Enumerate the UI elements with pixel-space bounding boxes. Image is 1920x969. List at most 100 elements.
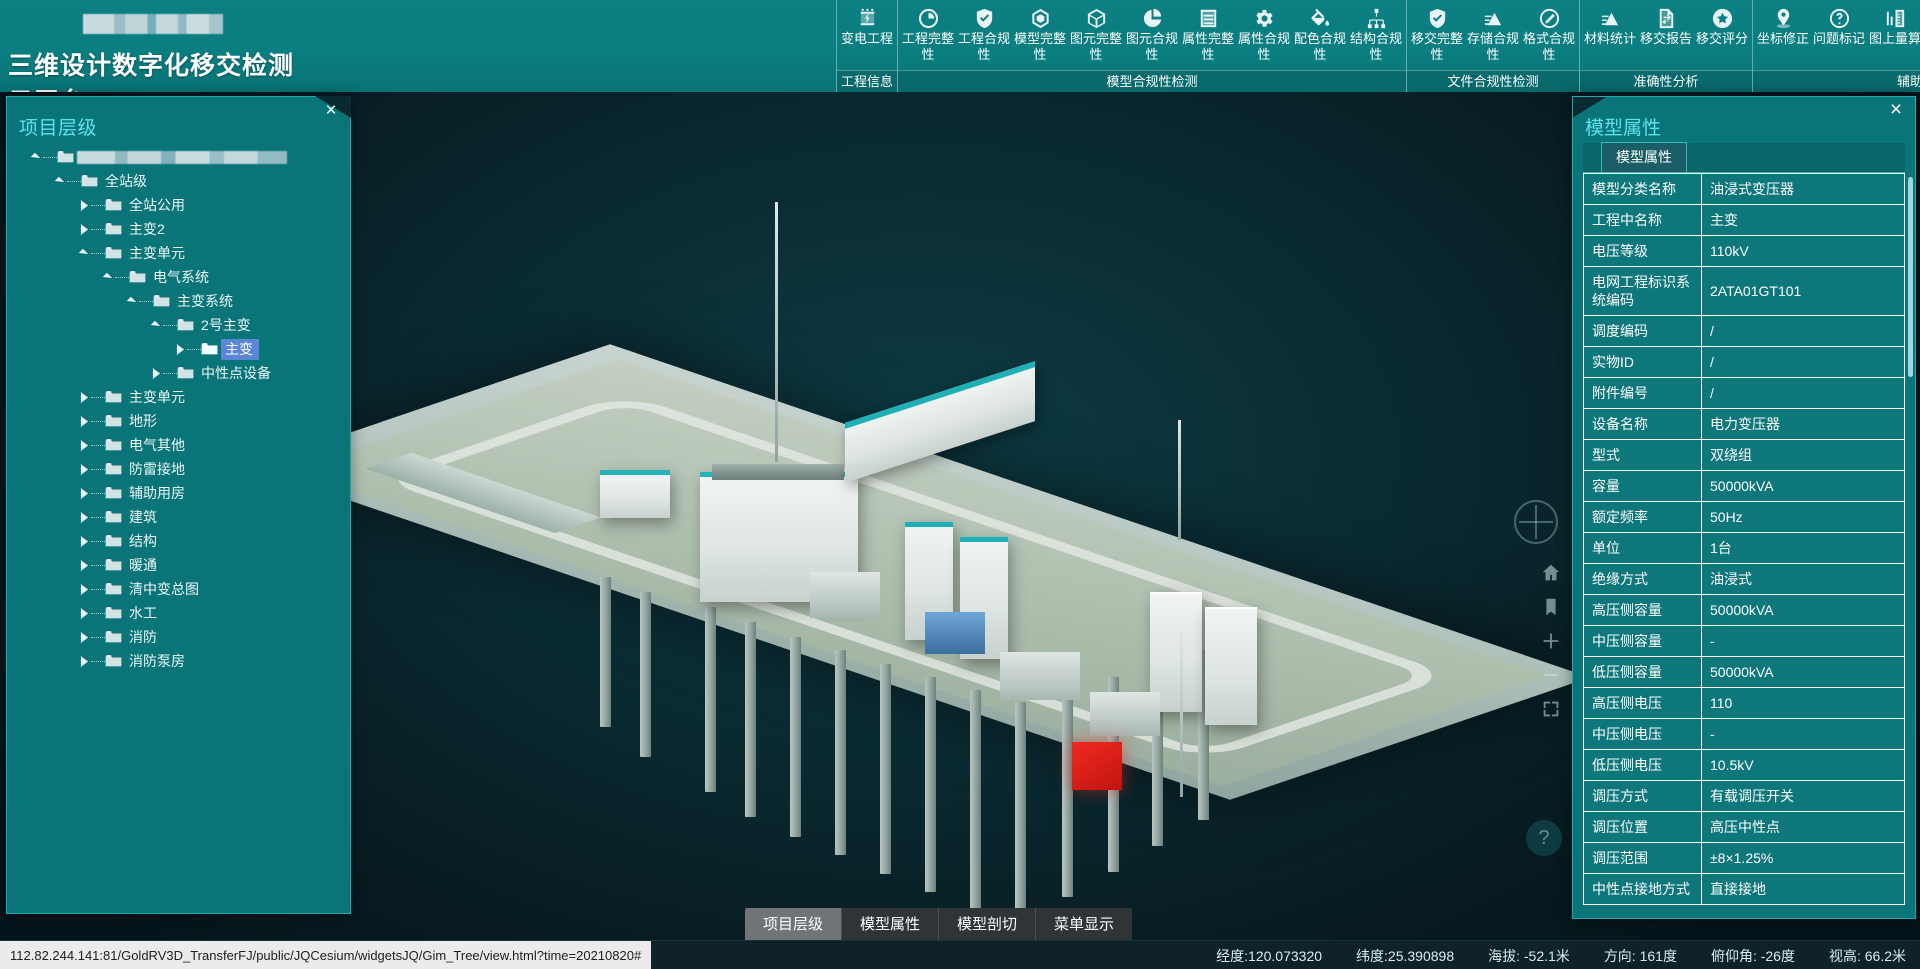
ribbon-button-移交报告[interactable]: 移交报告: [1638, 3, 1694, 71]
tree-node-主变系统[interactable]: 主变系统: [7, 289, 350, 313]
tree-node-地形[interactable]: 地形: [7, 409, 350, 433]
ribbon-button-坐标修正[interactable]: 坐标修正: [1755, 3, 1811, 71]
tree-connector: [91, 229, 105, 230]
caret-expanded-icon[interactable]: [125, 289, 139, 313]
ribbon-button-移交评分[interactable]: 移交评分: [1694, 3, 1750, 71]
caret-expanded-icon[interactable]: [149, 313, 163, 337]
property-key: 高压侧容量: [1584, 595, 1702, 626]
property-value: 直接接地: [1702, 874, 1905, 905]
caret-collapsed-icon[interactable]: [77, 433, 91, 457]
bookmark-icon[interactable]: [1540, 596, 1562, 618]
caret-collapsed-icon[interactable]: [77, 409, 91, 433]
tree-node-暖通[interactable]: 暖通: [7, 553, 350, 577]
tree-node-主变单元[interactable]: 主变单元: [7, 241, 350, 265]
caret-expanded-icon[interactable]: [77, 241, 91, 265]
tree-node-label: 全站公用: [125, 195, 191, 216]
property-row: 容量50000kVA: [1584, 471, 1905, 502]
tree-node-2号主变[interactable]: 2号主变: [7, 313, 350, 337]
ribbon-button-存储合规性[interactable]: 存储合规性: [1465, 3, 1521, 71]
caret-expanded-icon[interactable]: [53, 169, 67, 193]
tree-connector: [163, 325, 177, 326]
property-key: 调压方式: [1584, 781, 1702, 812]
properties-scroll-area[interactable]: 模型分类名称油浸式变压器工程中名称主变电压等级110kV电网工程标识系统编码2A…: [1583, 173, 1905, 918]
ruler-chart-icon: [1882, 6, 1908, 30]
ribbon-button-配色合规性[interactable]: 配色合规性: [1292, 3, 1348, 71]
caret-collapsed-icon[interactable]: [77, 577, 91, 601]
tree-node-防雷接地[interactable]: 防雷接地: [7, 457, 350, 481]
tree-node-中性点设备[interactable]: 中性点设备: [7, 361, 350, 385]
ribbon-button-工程完整性[interactable]: 工程完整性: [900, 3, 956, 71]
tree-node-label: 消防泵房: [125, 651, 191, 672]
ribbon-button-label: 坐标修正: [1755, 31, 1811, 47]
ribbon-button-label: 配色合规性: [1292, 31, 1348, 63]
ribbon-button-图元合规性[interactable]: 图元合规性: [1124, 3, 1180, 71]
tree-node-电气其他[interactable]: 电气其他: [7, 433, 350, 457]
help-icon[interactable]: ?: [1526, 820, 1562, 856]
caret-expanded-icon[interactable]: [29, 145, 43, 169]
app-title: 三维设计数字化移交检测云平台: [8, 46, 300, 92]
ribbon-button-结构合规性[interactable]: 结构合规性: [1348, 3, 1404, 71]
ribbon-button-材料统计[interactable]: 材料统计: [1582, 3, 1638, 71]
caret-expanded-icon[interactable]: [101, 265, 115, 289]
bottom-button-模型剖切[interactable]: 模型剖切: [939, 908, 1036, 941]
ribbon-button-格式合规性[interactable]: 格式合规性: [1521, 3, 1577, 71]
caret-collapsed-icon[interactable]: [77, 193, 91, 217]
tree-list[interactable]: 全站级全站公用主变2主变单元电气系统主变系统2号主变主变中性点设备主变单元地形电…: [7, 145, 350, 907]
caret-collapsed-icon[interactable]: [77, 649, 91, 673]
close-icon[interactable]: ×: [322, 103, 340, 121]
tree-node-label: 结构: [125, 531, 163, 552]
tree-node-消防[interactable]: 消防: [7, 625, 350, 649]
caret-collapsed-icon[interactable]: [77, 625, 91, 649]
caret-collapsed-icon[interactable]: [77, 505, 91, 529]
properties-scrollbar[interactable]: [1908, 177, 1913, 377]
heading-value: 方向: 161度: [1604, 946, 1677, 966]
ribbon-button-图上量算[interactable]: 图上量算: [1867, 3, 1920, 71]
ribbon-button-属性完整性[interactable]: 属性完整性: [1180, 3, 1236, 71]
ribbon-button-变电工程[interactable]: 变电工程: [839, 3, 895, 71]
zoom-in-icon[interactable]: [1540, 630, 1562, 652]
ribbon-button-问题标记[interactable]: 问题标记: [1811, 3, 1867, 71]
selected-transformer-highlight[interactable]: [1072, 742, 1122, 790]
zoom-out-icon[interactable]: [1540, 664, 1562, 686]
caret-collapsed-icon[interactable]: [77, 457, 91, 481]
caret-collapsed-icon[interactable]: [77, 385, 91, 409]
brand-area: 三维设计数字化移交检测云平台: [0, 0, 300, 92]
fullscreen-icon[interactable]: [1540, 698, 1562, 720]
bottom-button-菜单显示[interactable]: 菜单显示: [1036, 908, 1132, 941]
tree-node-电气系统[interactable]: 电气系统: [7, 265, 350, 289]
caret-collapsed-icon[interactable]: [77, 529, 91, 553]
compass-widget[interactable]: [1514, 500, 1558, 544]
caret-collapsed-icon[interactable]: [173, 337, 187, 361]
tree-node-全站级[interactable]: 全站级: [7, 169, 350, 193]
home-view-icon[interactable]: [1540, 562, 1562, 584]
tree-node-主变[interactable]: 主变: [7, 337, 350, 361]
caret-collapsed-icon[interactable]: [77, 217, 91, 241]
tree-node-主变2[interactable]: 主变2: [7, 217, 350, 241]
caret-collapsed-icon[interactable]: [149, 361, 163, 385]
ribbon-button-工程合规性[interactable]: 工程合规性: [956, 3, 1012, 71]
ribbon-button-图元完整性[interactable]: 图元完整性: [1068, 3, 1124, 71]
tree-node-结构[interactable]: 结构: [7, 529, 350, 553]
bottom-button-项目层级[interactable]: 项目层级: [745, 908, 842, 941]
close-icon[interactable]: ×: [1886, 101, 1906, 121]
tree-node-辅助用房[interactable]: 辅助用房: [7, 481, 350, 505]
caret-collapsed-icon[interactable]: [77, 553, 91, 577]
bottom-button-模型属性[interactable]: 模型属性: [842, 908, 939, 941]
ribbon-button-移交完整性[interactable]: 移交完整性: [1409, 3, 1465, 71]
caret-collapsed-icon[interactable]: [77, 481, 91, 505]
tree-node-redacted[interactable]: [7, 145, 350, 169]
caret-collapsed-icon[interactable]: [77, 601, 91, 625]
ribbon-button-属性合规性[interactable]: 属性合规性: [1236, 3, 1292, 71]
tab-模型属性[interactable]: 模型属性: [1601, 142, 1687, 172]
tree-node-消防泵房[interactable]: 消防泵房: [7, 649, 350, 673]
ribbon-button-模型完整性[interactable]: 模型完整性: [1012, 3, 1068, 71]
tree-connector: [91, 517, 105, 518]
property-row: 中性点接地方式直接接地: [1584, 874, 1905, 905]
folder-icon: [105, 529, 125, 553]
tree-node-全站公用[interactable]: 全站公用: [7, 193, 350, 217]
property-row: 额定频率50Hz: [1584, 502, 1905, 533]
tree-node-水工[interactable]: 水工: [7, 601, 350, 625]
tree-node-清中变总图[interactable]: 清中变总图: [7, 577, 350, 601]
tree-node-主变单元[interactable]: 主变单元: [7, 385, 350, 409]
tree-node-建筑[interactable]: 建筑: [7, 505, 350, 529]
